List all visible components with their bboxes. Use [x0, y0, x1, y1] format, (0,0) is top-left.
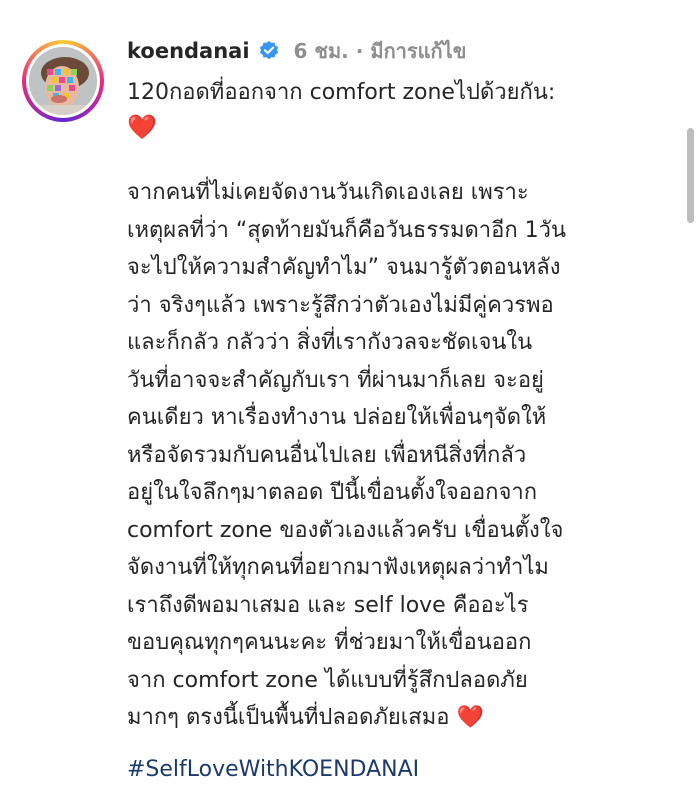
caption-line: เราถึงดีพอมาเสมอ และ self love คืออะไร	[127, 592, 529, 618]
avatar[interactable]	[29, 47, 97, 115]
avatar-border	[26, 44, 100, 118]
caption-line: อยู่ในใจลึกๆมาตลอด ปีนี้เขื่อนตั้งใจออกจ…	[127, 480, 538, 505]
caption-line-last: มากๆ ตรงนี้เป็นพื้นที่ปลอดภัยเสมอ ❤️	[127, 699, 667, 737]
caption-title: 120กอดที่ออกจาก comfort zoneไปด้วยกัน:	[127, 80, 556, 105]
post-meta: 6 ชม. · มีการแก้ไข	[294, 35, 467, 67]
caption-body: จากคนที่ไม่เคยจัดงานวันเกิดเองเลย เพราะ …	[127, 174, 667, 737]
caption-line: เหตุผลที่ว่า “สุดท้ายมันก็คือวันธรรมดาอี…	[127, 217, 567, 243]
verified-badge-icon	[258, 40, 280, 62]
meta-separator: ·	[355, 39, 364, 63]
caption-last-text: มากๆ ตรงนี้เป็นพื้นที่ปลอดภัยเสมอ	[127, 705, 450, 730]
caption-line: comfort zone ของตัวเองแล้วครับ เขื่อนตั้…	[127, 517, 564, 543]
caption-line: วันที่อาจจะสำคัญกับเรา ที่ผ่านมาก็เลย จะ…	[127, 367, 544, 393]
heart-emoji: ❤️	[127, 113, 157, 141]
caption-line: ขอบคุณทุกๆคนนะคะ ที่ช่วยมาให้เขื่อนออก	[127, 630, 532, 655]
timestamp: 6 ชม.	[293, 39, 349, 63]
caption-line: และก็กลัว กลัวว่า สิ่งที่เรากังวลจะชัดเจ…	[127, 330, 533, 355]
avatar-image	[29, 47, 97, 115]
scrollbar-thumb[interactable]	[687, 128, 694, 223]
caption-line: ว่า จริงๆแล้ว เพราะรู้สึกว่าตัวเองไม่มีค…	[127, 292, 554, 318]
caption-line: จาก comfort zone ได้แบบที่รู้สึกปลอดภัย	[127, 667, 528, 693]
caption-line: หรือจัดรวมกับคนอื่นไปเลย เพื่อหนีสิ่งที่…	[127, 442, 527, 468]
username[interactable]: koendanai	[127, 39, 250, 63]
edited-label[interactable]: มีการแก้ไข	[370, 39, 466, 63]
hashtag-link[interactable]: #SelfLoveWithKOENDANAI	[127, 752, 419, 788]
caption-line: จัดงานที่ให้ทุกคนที่อยากมาฟังเหตุผลว่าทำ…	[127, 555, 549, 580]
story-ring[interactable]	[22, 40, 104, 122]
post-header: koendanai 6 ชม. · มีการแก้ไข	[127, 34, 466, 68]
caption-line: จากคนที่ไม่เคยจัดงานวันเกิดเองเลย เพราะ	[127, 180, 529, 205]
caption-line: จะไปให้ความสำคัญทำไม” จนมารู้ตัวตอนหลัง	[127, 255, 561, 280]
caption-line: คนเดียว หาเรื่องทำงาน ปล่อยให้เพื่อนๆจัด…	[127, 405, 547, 430]
heart-emoji-inline: ❤️	[456, 705, 484, 730]
